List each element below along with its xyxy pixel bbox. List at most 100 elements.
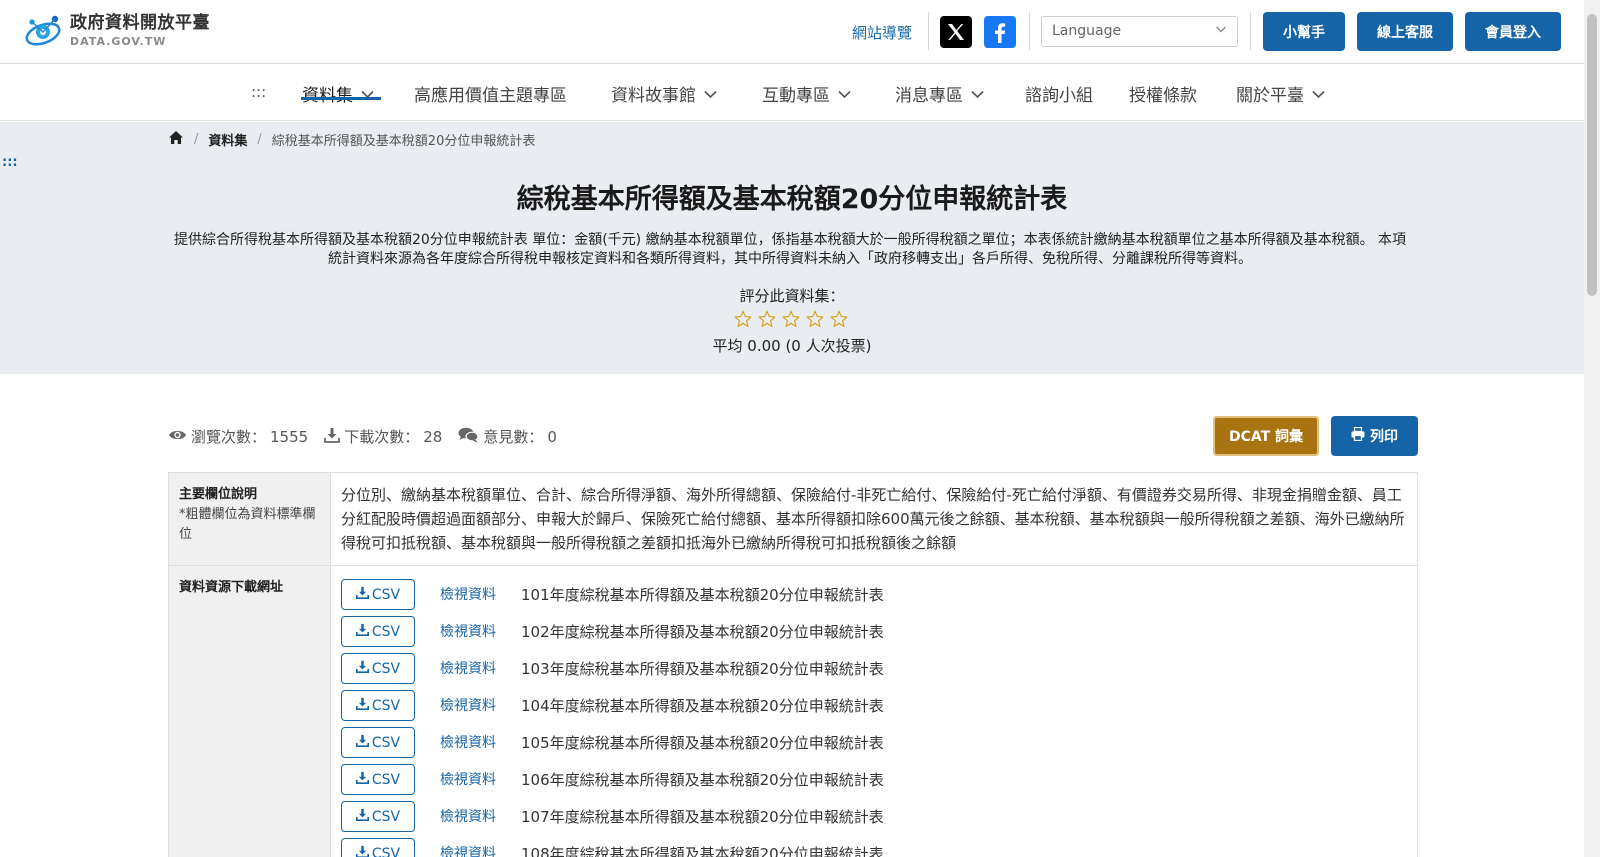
csv-download-button[interactable]: CSV [341, 579, 415, 610]
csv-label: CSV [371, 586, 401, 603]
csv-label: CSV [371, 623, 401, 640]
resources-header: 資料資源下載網址 [169, 566, 331, 857]
csv-download-button[interactable]: CSV [341, 801, 415, 832]
member-login-button[interactable]: 會員登入 [1465, 12, 1561, 51]
fields-header-title: 主要欄位說明 [179, 487, 258, 502]
csv-download-button[interactable]: CSV [341, 764, 415, 795]
breadcrumb: / 資料集 / 綜稅基本所得額及基本稅額20分位申報統計表 [168, 130, 535, 149]
print-button-label: 列印 [1370, 429, 1398, 445]
fields-row: 主要欄位說明 *粗體欄位為資料標準欄位 分位別、繳納基本稅額單位、合計、綜合所得… [169, 473, 1417, 566]
csv-download-button[interactable]: CSV [341, 616, 415, 647]
chevron-down-icon [1215, 23, 1227, 39]
resource-row: CSV 檢視資料 104年度綜稅基本所得額及基本稅額20分位申報統計表 [341, 687, 1407, 724]
view-data-link[interactable]: 檢視資料 [440, 805, 498, 829]
nav-accesskey-dots[interactable]: ::: [251, 83, 266, 101]
star-outline-icon[interactable] [779, 309, 803, 329]
language-select-value: Language [1052, 23, 1122, 39]
download-icon [355, 657, 372, 681]
resource-name: 101年度綜稅基本所得額及基本稅額20分位申報統計表 [521, 585, 884, 604]
comment-count-value: 0 [547, 427, 557, 446]
csv-label: CSV [371, 734, 401, 751]
download-icon [355, 583, 372, 607]
comment-count-label: 意見數： [483, 428, 544, 446]
nav-item-advisory-group[interactable]: 諮詢小組 [1025, 81, 1093, 106]
csv-download-button[interactable]: CSV [341, 838, 415, 857]
divider [928, 12, 929, 50]
resource-name: 107年度綜稅基本所得額及基本稅額20分位申報統計表 [521, 807, 884, 826]
chevron-down-icon [361, 84, 374, 104]
comment-count: 意見數： 0 [458, 426, 557, 447]
chevron-down-icon [704, 84, 717, 104]
view-data-link[interactable]: 檢視資料 [440, 731, 498, 755]
nav-item-label: 高應用價值主題專區 [414, 86, 567, 106]
resources-header-title: 資料資源下載網址 [179, 580, 284, 595]
nav-item-interactive[interactable]: 互動專區 [762, 81, 851, 106]
view-data-link[interactable]: 檢視資料 [440, 657, 498, 681]
download-icon [355, 694, 372, 718]
divider [1250, 12, 1251, 50]
page-scrollbar[interactable] [1584, 0, 1600, 857]
nav-item-label: 消息專區 [895, 86, 963, 106]
csv-label: CSV [371, 845, 401, 857]
home-icon[interactable] [168, 130, 184, 149]
csv-label: CSV [371, 771, 401, 788]
download-icon [355, 731, 372, 755]
view-data-link[interactable]: 檢視資料 [440, 583, 498, 607]
resource-row: CSV 檢視資料 102年度綜稅基本所得額及基本稅額20分位申報統計表 [341, 613, 1407, 650]
sitemap-link[interactable]: 網站導覽 [852, 22, 912, 43]
helper-button[interactable]: 小幫手 [1263, 12, 1345, 51]
fields-header: 主要欄位說明 *粗體欄位為資料標準欄位 [169, 473, 331, 565]
view-data-link[interactable]: 檢視資料 [440, 694, 498, 718]
logo-emblem-icon [24, 12, 64, 50]
view-data-link[interactable]: 檢視資料 [440, 620, 498, 644]
csv-download-button[interactable]: CSV [341, 727, 415, 758]
csv-download-button[interactable]: CSV [341, 653, 415, 684]
star-outline-icon[interactable] [755, 309, 779, 329]
nav-item-datasets[interactable]: 資料集 [302, 81, 374, 106]
rating-stars [731, 309, 851, 329]
view-data-link[interactable]: 檢視資料 [440, 768, 498, 792]
resource-name: 102年度綜稅基本所得額及基本稅額20分位申報統計表 [521, 622, 884, 641]
nav-item-high-value-topics[interactable]: 高應用價值主題專區 [414, 81, 567, 106]
logo-title: 政府資料開放平臺 [70, 13, 210, 33]
site-logo[interactable]: 政府資料開放平臺 DATA.GOV.TW [24, 12, 210, 50]
resource-row: CSV 檢視資料 106年度綜稅基本所得額及基本稅額20分位申報統計表 [341, 761, 1407, 798]
view-data-link[interactable]: 檢視資料 [440, 842, 498, 857]
chevron-down-icon [838, 84, 851, 104]
language-select[interactable]: Language [1041, 16, 1238, 47]
download-count-label: 下載次數： [344, 428, 420, 446]
comments-icon [458, 427, 483, 447]
nav-item-data-stories[interactable]: 資料故事館 [611, 81, 717, 106]
logo-subtitle: DATA.GOV.TW [70, 35, 167, 48]
star-outline-icon[interactable] [803, 309, 827, 329]
nav-item-label: 關於平臺 [1236, 86, 1304, 106]
breadcrumb-datasets[interactable]: 資料集 [208, 130, 247, 149]
csv-download-button[interactable]: CSV [341, 690, 415, 721]
view-count: 瀏覽次數： 1555 [168, 426, 308, 447]
nav-item-label: 諮詢小組 [1025, 86, 1093, 106]
online-service-button[interactable]: 線上客服 [1357, 12, 1453, 51]
printer-icon [1351, 426, 1370, 445]
csv-label: CSV [371, 660, 401, 677]
chevron-down-icon [1312, 84, 1325, 104]
dcat-vocabulary-button[interactable]: DCAT 詞彙 [1213, 416, 1319, 456]
facebook-icon[interactable] [984, 16, 1016, 48]
download-icon [324, 427, 344, 447]
page-title: 綜稅基本所得額及基本稅額20分位申報統計表 [516, 184, 1068, 215]
nav-item-license-terms[interactable]: 授權條款 [1129, 81, 1197, 106]
nav-item-about[interactable]: 關於平臺 [1236, 81, 1325, 106]
x-logo-icon[interactable] [940, 16, 972, 48]
star-outline-icon[interactable] [827, 309, 851, 329]
print-button[interactable]: 列印 [1331, 416, 1418, 456]
dataset-info-table: 主要欄位說明 *粗體欄位為資料標準欄位 分位別、繳納基本稅額單位、合計、綜合所得… [168, 472, 1418, 857]
resource-name: 104年度綜稅基本所得額及基本稅額20分位申報統計表 [521, 696, 884, 715]
nav-item-news[interactable]: 消息專區 [895, 81, 984, 106]
content-accesskey-dots[interactable]: ::: [2, 155, 18, 170]
resource-name: 108年度綜稅基本所得額及基本稅額20分位申報統計表 [521, 844, 884, 857]
breadcrumb-current: 綜稅基本所得額及基本稅額20分位申報統計表 [271, 134, 536, 149]
resource-row: CSV 檢視資料 103年度綜稅基本所得額及基本稅額20分位申報統計表 [341, 650, 1407, 687]
scrollbar-thumb[interactable] [1587, 14, 1597, 296]
nav-item-label: 互動專區 [762, 86, 830, 106]
star-outline-icon[interactable] [731, 309, 755, 329]
dataset-description: 提供綜合所得稅基本所得額及基本稅額20分位申報統計表 單位：金額(千元) 繳納基… [173, 232, 1407, 267]
